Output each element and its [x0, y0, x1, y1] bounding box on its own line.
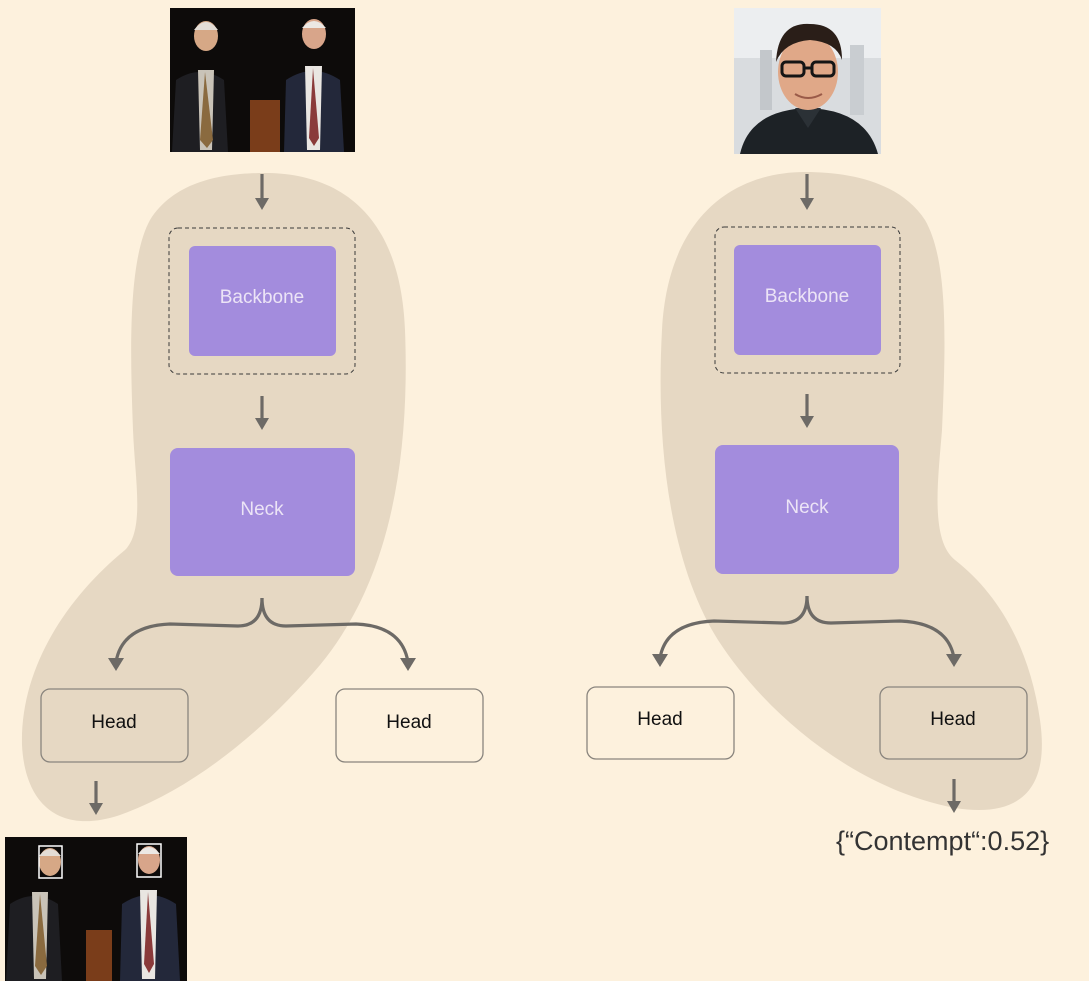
right-head-left: Head: [586, 686, 735, 760]
right-neck-block: Neck: [715, 445, 899, 574]
left-pipeline: Backbone Neck Head Head: [5, 8, 484, 981]
multi-task-pipeline-diagram: Backbone Neck Head Head Backbone Neck He…: [5, 8, 1049, 981]
left-head-left: Head: [40, 688, 189, 763]
left-neck-block: Neck: [170, 448, 355, 576]
left-output-photo: [5, 837, 187, 981]
right-head-left-label: Head: [637, 709, 682, 730]
left-neck-label: Neck: [240, 499, 284, 520]
left-backbone-block: Backbone: [189, 246, 336, 356]
left-head-right: Head: [335, 688, 484, 763]
right-input-photo: [734, 8, 881, 154]
left-head-left-label: Head: [91, 712, 136, 733]
left-backbone-label: Backbone: [220, 287, 305, 308]
right-pipeline: Backbone Neck Head Head {“Contempt“:0.52…: [586, 8, 1049, 856]
right-output-text: {“Contempt“:0.52}: [836, 826, 1049, 856]
right-head-right: Head: [879, 686, 1028, 760]
right-head-right-label: Head: [930, 709, 975, 730]
right-backbone-block: Backbone: [734, 245, 881, 355]
left-head-right-label: Head: [386, 712, 431, 733]
right-neck-label: Neck: [785, 497, 829, 518]
right-backbone-label: Backbone: [765, 286, 850, 307]
left-input-photo: [170, 8, 355, 152]
